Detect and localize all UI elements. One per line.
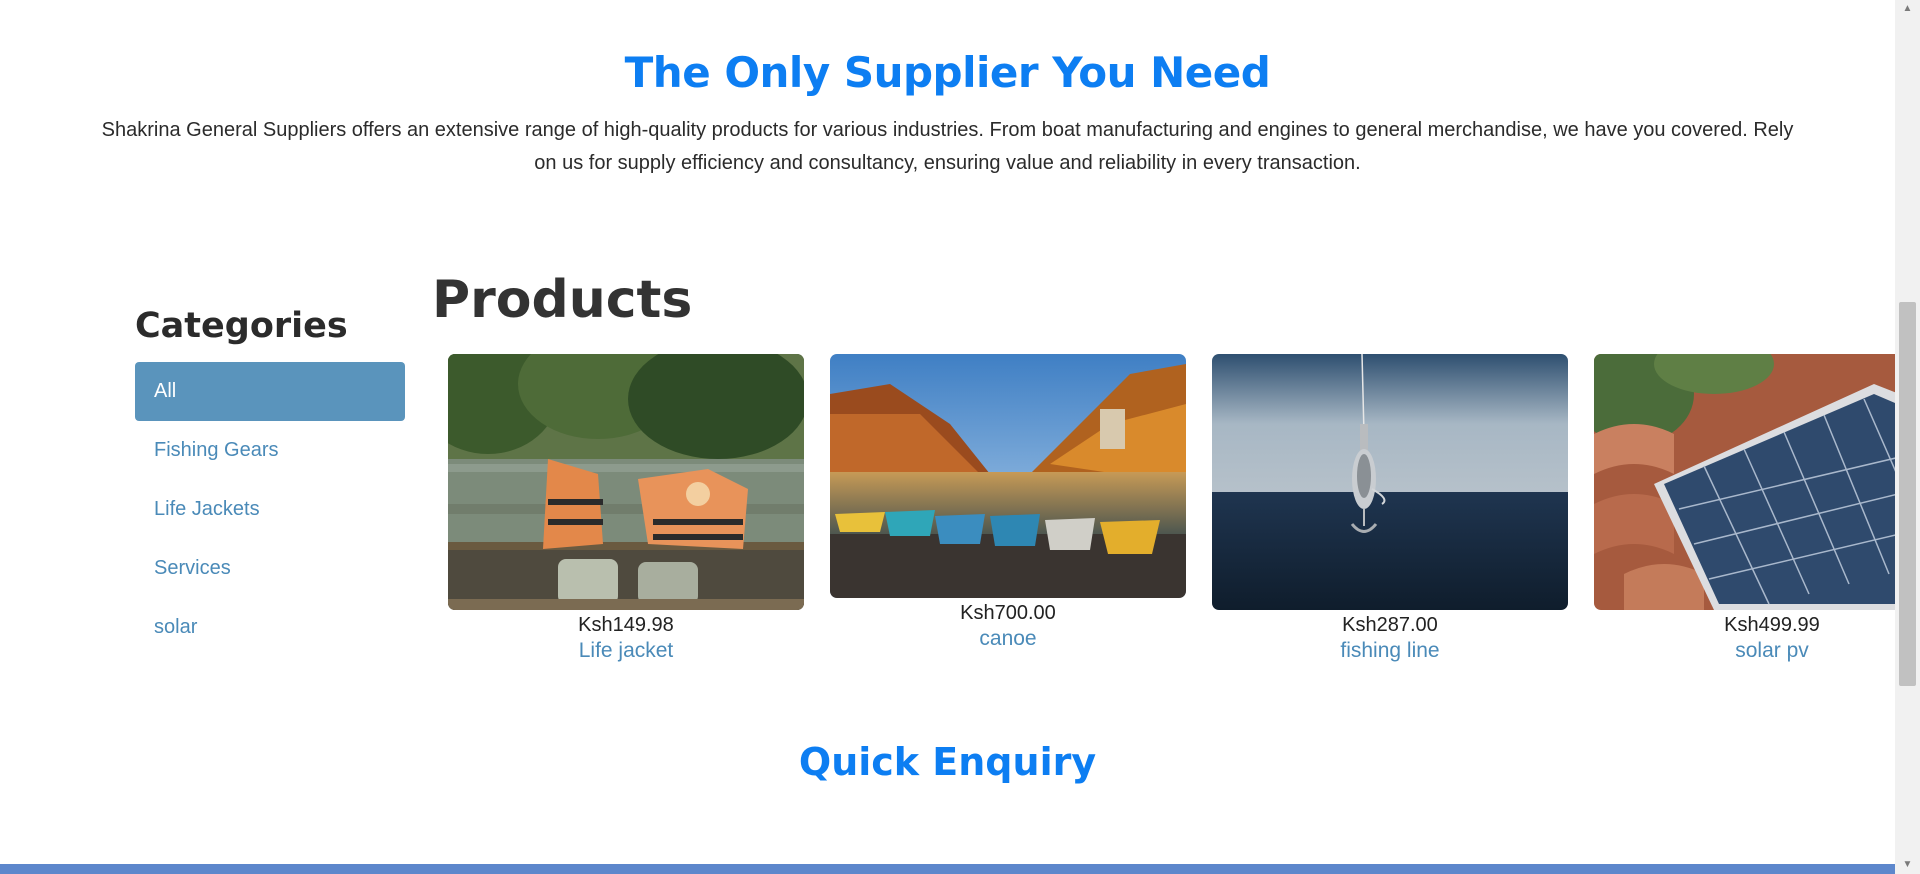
product-name-link[interactable]: canoe bbox=[830, 626, 1186, 652]
product-card[interactable]: Ksh700.00 canoe bbox=[830, 354, 1186, 652]
products-heading: Products bbox=[432, 270, 693, 330]
hero-description: Shakrina General Suppliers offers an ext… bbox=[101, 119, 1794, 174]
fishing-lure-photo[interactable] bbox=[1212, 354, 1568, 610]
category-fishing-gears[interactable]: Fishing Gears bbox=[135, 421, 405, 480]
product-name-link[interactable]: fishing line bbox=[1212, 638, 1568, 664]
category-list: All Fishing Gears Life Jackets Services … bbox=[135, 362, 405, 657]
category-solar[interactable]: solar bbox=[135, 598, 405, 657]
solar-panel-photo[interactable] bbox=[1594, 354, 1895, 610]
product-name-link[interactable]: solar pv bbox=[1594, 638, 1895, 664]
product-price: Ksh149.98 bbox=[578, 614, 674, 636]
product-card[interactable]: Ksh149.98 Life jacket bbox=[448, 354, 804, 664]
solar-pv-image bbox=[1594, 354, 1895, 610]
life-jackets-image bbox=[448, 354, 804, 610]
product-price: Ksh700.00 bbox=[960, 602, 1056, 624]
page: The Only Supplier You Need Shakrina Gene… bbox=[0, 0, 1895, 874]
scroll-down-arrow-icon[interactable]: ▼ bbox=[1895, 856, 1920, 874]
category-life-jackets[interactable]: Life Jackets bbox=[135, 480, 405, 539]
canoes-image bbox=[830, 354, 1186, 598]
scroll-up-arrow-icon[interactable]: ▲ bbox=[1895, 0, 1920, 18]
quick-enquiry-heading: Quick Enquiry bbox=[798, 740, 1097, 784]
canoes-lake-photo[interactable] bbox=[830, 354, 1186, 598]
footer-bar bbox=[0, 864, 1895, 874]
product-price: Ksh499.99 bbox=[1724, 614, 1820, 636]
category-services[interactable]: Services bbox=[135, 539, 405, 598]
life-jackets-photo[interactable] bbox=[448, 354, 804, 610]
category-all[interactable]: All bbox=[135, 362, 405, 421]
hero-title: The Only Supplier You Need bbox=[624, 48, 1271, 97]
product-name-link[interactable]: Life jacket bbox=[448, 638, 804, 664]
product-card[interactable]: Ksh287.00 fishing line bbox=[1212, 354, 1568, 664]
fishing-line-image bbox=[1212, 354, 1568, 610]
vertical-scrollbar[interactable]: ▲ ▼ bbox=[1895, 0, 1920, 874]
product-card[interactable]: Ksh499.99 solar pv bbox=[1594, 354, 1895, 664]
scrollbar-thumb[interactable] bbox=[1899, 302, 1916, 686]
product-price: Ksh287.00 bbox=[1342, 614, 1438, 636]
categories-heading: Categories bbox=[135, 306, 348, 346]
